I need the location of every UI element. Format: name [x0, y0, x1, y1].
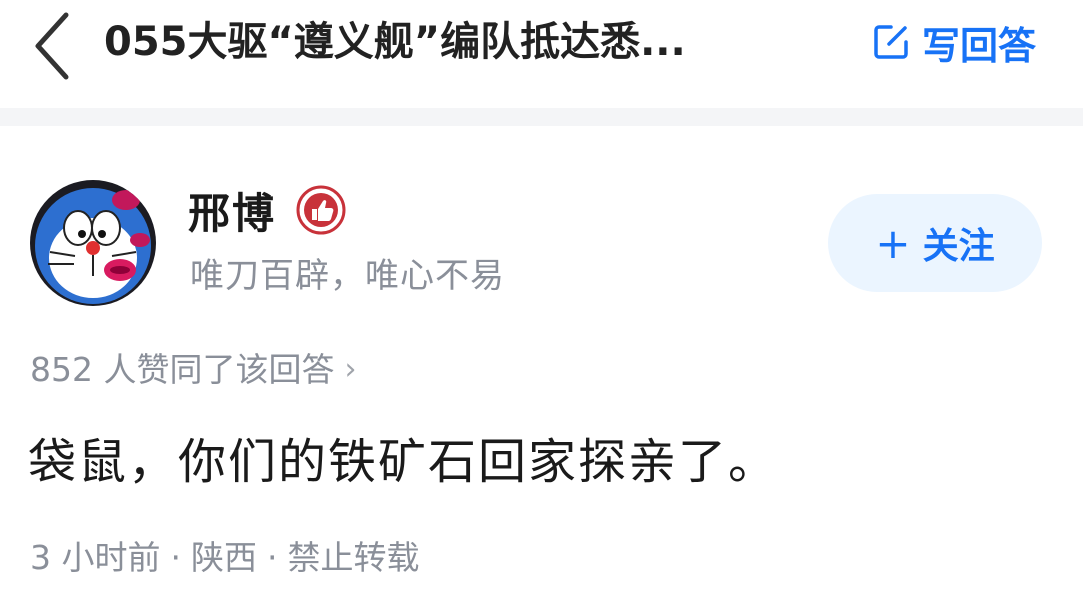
author-name[interactable]: 邢博 — [188, 180, 276, 241]
answer-page: 055大驱“遵义舰”编队抵达悉... 写回答 邢博 唯刀百辟，唯心不易 + 关注… — [0, 0, 1083, 600]
chevron-left-icon — [35, 12, 69, 80]
write-answer-button[interactable]: 写回答 — [868, 12, 1073, 72]
follow-button[interactable]: + 关注 — [828, 194, 1042, 292]
section-divider — [0, 108, 1083, 126]
back-button[interactable] — [24, 8, 80, 84]
meta-separator: · — [267, 538, 278, 577]
author-name-row: 邢博 — [188, 178, 348, 242]
chevron-right-icon: › — [344, 352, 357, 387]
meta-separator: · — [170, 538, 182, 577]
question-title[interactable]: 055大驱“遵义舰”编队抵达悉... — [104, 12, 824, 72]
write-answer-label: 写回答 — [922, 23, 1037, 68]
top-bar: 055大驱“遵义舰”编队抵达悉... 写回答 — [0, 0, 1083, 108]
post-time: 3 小时前 — [30, 538, 161, 577]
answer-content[interactable]: 袋鼠，你们的铁矿石回家探亲了。 — [28, 428, 778, 496]
upvote-text: 852 人赞同了该回答 — [30, 350, 335, 389]
upvote-summary[interactable]: 852 人赞同了该回答 › — [30, 344, 356, 396]
follow-label: 关注 — [922, 226, 995, 267]
avatar[interactable] — [30, 180, 156, 306]
thumbs-up-badge-icon[interactable] — [294, 183, 348, 237]
post-location: 陕西 — [191, 538, 257, 577]
plus-icon: + — [875, 218, 911, 268]
edit-icon — [868, 19, 914, 65]
author-bio: 唯刀百辟，唯心不易 — [190, 256, 505, 296]
answer-meta: 3 小时前 · 陕西 · 禁止转载 — [30, 530, 420, 586]
copyright-notice: 禁止转载 — [287, 538, 420, 577]
